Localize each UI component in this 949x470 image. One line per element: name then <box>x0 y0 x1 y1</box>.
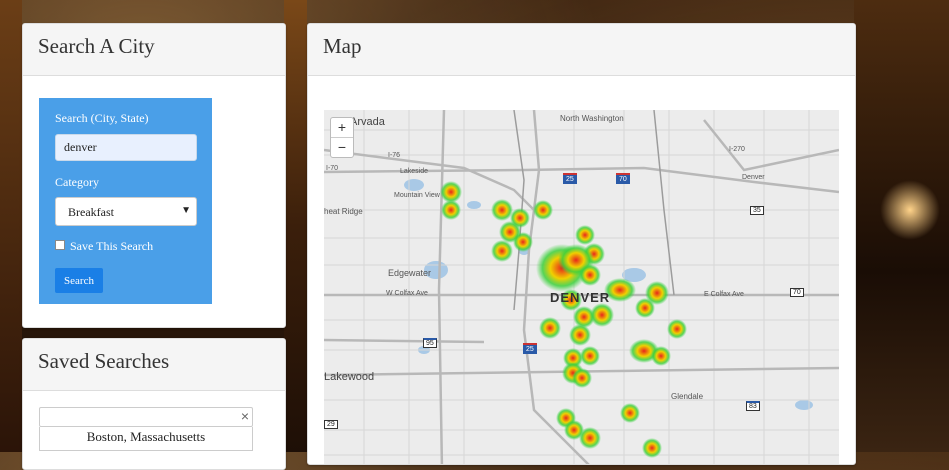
zoom-in-button[interactable]: + <box>331 118 353 137</box>
shield-i25-south: 25 <box>523 343 537 354</box>
search-button[interactable]: Search <box>55 268 103 293</box>
road-label-denver: Denver <box>742 174 765 181</box>
road-label-i70: I-70 <box>326 165 339 172</box>
saved-search-select[interactable]: × <box>39 407 253 427</box>
shield-us95: 95 <box>423 338 437 348</box>
chevron-down-icon: ▼ <box>181 205 191 216</box>
search-panel-title: Search A City <box>23 24 285 76</box>
shield-r29: 29 <box>324 420 338 429</box>
shield-us83: 83 <box>746 401 760 411</box>
save-search-checkbox[interactable] <box>55 240 65 250</box>
place-label-mountain-view: Mountain View <box>394 192 440 199</box>
save-search-label: Save This Search <box>70 239 154 253</box>
heatmap-map[interactable]: Arvada North Washington Lakeside Mountai… <box>324 110 839 464</box>
search-city-panel: Search A City Search (City, State) Categ… <box>22 23 286 328</box>
place-label-north-washington: North Washington <box>560 114 624 123</box>
zoom-control: + − <box>330 117 354 158</box>
road-label-i76: I-76 <box>388 152 401 159</box>
road-label-e-colfax: E Colfax Ave <box>704 291 744 298</box>
search-form: Search (City, State) Category Breakfast … <box>39 98 212 304</box>
road-label-i270: I-270 <box>729 146 745 153</box>
place-label-glendale: Glendale <box>671 392 704 401</box>
shield-r70: 70 <box>790 288 804 297</box>
city-input[interactable] <box>55 134 197 161</box>
city-label: Search (City, State) <box>55 111 149 125</box>
shield-us35: 35 <box>750 206 764 215</box>
zoom-out-button[interactable]: − <box>331 137 353 157</box>
close-icon[interactable]: × <box>241 408 249 424</box>
place-label-denver: DENVER <box>550 290 611 305</box>
road-label-w-colfax: W Colfax Ave <box>386 290 428 297</box>
saved-searches-panel: Saved Searches × Boston, Massachusetts <box>22 338 286 470</box>
place-label-edgewater: Edgewater <box>388 268 432 278</box>
saved-search-option[interactable]: Boston, Massachusetts <box>39 427 253 451</box>
map-panel: Map Arvada North Washington Lakeside Mou… <box>307 23 856 465</box>
map-base <box>324 110 839 464</box>
shield-i70: 70 <box>616 173 630 184</box>
place-label-lakeside: Lakeside <box>400 168 429 175</box>
shield-i25-north: 25 <box>563 173 577 184</box>
category-select[interactable]: Breakfast ▼ <box>55 197 197 226</box>
category-selected-value: Breakfast <box>68 205 114 219</box>
place-label-lakewood: Lakewood <box>324 371 375 383</box>
place-label-arvada: Arvada <box>350 116 385 128</box>
category-label: Category <box>55 175 99 189</box>
place-label-wheat-ridge: heat Ridge <box>324 207 363 216</box>
map-panel-title: Map <box>308 24 855 76</box>
saved-panel-title: Saved Searches <box>23 339 285 391</box>
